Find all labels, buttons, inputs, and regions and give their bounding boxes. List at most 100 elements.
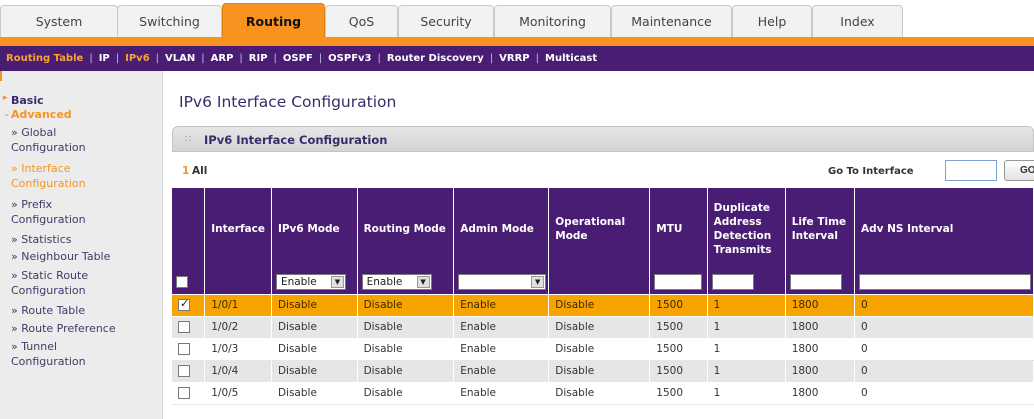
filter-operational-mode-cell: [548, 270, 651, 295]
select-value: Enable: [366, 275, 403, 288]
sidebar-item-label: » Static Route: [11, 269, 89, 282]
sidebar-basic[interactable]: Basic: [11, 94, 44, 107]
ipv6-mode-select[interactable]: Enable ▼: [275, 273, 346, 290]
row-checkbox[interactable]: [178, 297, 190, 311]
dad-cell: 1: [707, 360, 786, 383]
dad-cell: 1: [707, 382, 786, 405]
goto-interface-input[interactable]: [945, 160, 997, 181]
operational-mode-cell: Disable: [548, 382, 651, 405]
tab-index[interactable]: Index: [812, 5, 903, 37]
sidebar-item-global-configuration[interactable]: » Global Configuration: [11, 125, 86, 155]
tab-security[interactable]: Security: [398, 5, 494, 37]
subnav-vrrp[interactable]: VRRP: [499, 53, 529, 64]
sidebar-item-neighbour-table[interactable]: » Neighbour Table: [11, 249, 110, 264]
filter-life-time-cell: [785, 270, 855, 295]
page-all-link[interactable]: All: [192, 165, 207, 177]
filter-row: Enable ▼ Enable ▼ ▼: [172, 270, 1034, 295]
select-value: Enable: [280, 275, 317, 288]
col-life-time-interval: Life Time Interval: [785, 188, 855, 270]
subnav-router-discovery[interactable]: Router Discovery: [387, 53, 484, 64]
row-checkbox[interactable]: [178, 365, 190, 377]
sidebar-item-label: » Global: [11, 126, 57, 139]
subnav-multicast[interactable]: Multicast: [545, 53, 597, 64]
col-mtu: MTU: [649, 188, 708, 270]
dad-transmits-input[interactable]: [711, 273, 754, 290]
tab-maintenance[interactable]: Maintenance: [611, 5, 732, 37]
filter-admin-mode-cell: ▼: [453, 270, 550, 295]
drag-handle-icon: ∷: [185, 134, 192, 145]
select-all-checkbox[interactable]: [176, 275, 188, 288]
subnav-ospf[interactable]: OSPF: [283, 53, 313, 64]
col-adv-ns-interval: Adv NS Interval: [854, 188, 1034, 270]
row-checkbox[interactable]: [178, 343, 190, 355]
subnav-separator: |: [535, 53, 540, 64]
subnav-rip[interactable]: RIP: [249, 53, 268, 64]
table-row[interactable]: 1/0/5 Disable Disable Enable Disable 1500 1 180…: [172, 382, 1034, 405]
life-time-cell: 1800: [785, 360, 855, 383]
tab-bar-underline: [0, 37, 1034, 46]
sidebar-item-label: Configuration: [11, 177, 86, 190]
panel-title: IPv6 Interface Configuration: [204, 133, 388, 147]
subnav-routing-table[interactable]: Routing Table: [6, 53, 83, 64]
table-row[interactable]: 1/0/2 Disable Disable Enable Disable 1500 1 180…: [172, 316, 1034, 339]
table-row[interactable]: 1/0/1DisableDisableEnableDisable15001180…: [172, 294, 1034, 317]
subnav-separator: |: [239, 53, 243, 64]
row-select-cell: [172, 382, 206, 405]
sidebar-item-static-route-configuration[interactable]: » Static Route Configuration: [11, 268, 88, 298]
filter-adv-ns-cell: [854, 270, 1034, 295]
col-interface: Interface: [204, 188, 272, 270]
adv-ns-input[interactable]: [858, 273, 1031, 290]
sidebar-item-route-preference[interactable]: » Route Preference: [11, 321, 116, 336]
subnav-ip[interactable]: IP: [99, 53, 110, 64]
sidebar-item-label: » Tunnel: [11, 340, 58, 353]
sidebar-item-tunnel-configuration[interactable]: » Tunnel Configuration: [11, 339, 86, 369]
subnav-separator: |: [318, 53, 323, 64]
life-time-cell: 1800: [785, 316, 855, 339]
subnav-separator: |: [273, 53, 277, 64]
sub-navigation: Routing Table | IP | IPv6 | VLAN | ARP |…: [0, 46, 1034, 71]
interface-cell: 1/0/3: [204, 338, 272, 361]
routing-mode-cell: Disable: [357, 294, 455, 317]
go-button[interactable]: GO: [1004, 160, 1034, 181]
mtu-cell: 1500: [649, 360, 708, 383]
sidebar-item-interface-configuration[interactable]: » Interface Configuration: [11, 161, 86, 191]
row-checkbox[interactable]: [178, 387, 190, 399]
admin-mode-select[interactable]: ▼: [458, 273, 547, 290]
filter-ipv6-mode-cell: Enable ▼: [271, 270, 358, 295]
tab-qos[interactable]: QoS: [325, 5, 398, 37]
subnav-arp[interactable]: ARP: [211, 53, 234, 64]
sidebar-item-route-table[interactable]: » Route Table: [11, 303, 85, 318]
subnav-ipv6[interactable]: IPv6: [125, 53, 150, 64]
tab-monitoring[interactable]: Monitoring: [494, 5, 611, 37]
life-time-cell: 1800: [785, 382, 855, 405]
subnav-vlan[interactable]: VLAN: [165, 53, 195, 64]
sidebar-item-statistics[interactable]: » Statistics: [11, 232, 72, 247]
routing-mode-select[interactable]: Enable ▼: [361, 273, 432, 290]
subnav-ospfv3[interactable]: OSPFv3: [328, 53, 371, 64]
sidebar-advanced[interactable]: Advanced: [11, 108, 72, 121]
mtu-cell: 1500: [649, 382, 708, 405]
tab-routing[interactable]: Routing: [222, 3, 325, 38]
routing-mode-cell: Disable: [357, 316, 455, 339]
tab-help[interactable]: Help: [732, 5, 812, 37]
routing-mode-cell: Disable: [357, 382, 455, 405]
mtu-input[interactable]: [654, 273, 703, 290]
sidebar-item-label: Configuration: [11, 213, 86, 226]
sidebar-item-label: Configuration: [11, 141, 86, 154]
chevron-down-icon: ⌄: [3, 109, 11, 119]
table-toolbar: 1 All Go To Interface GO: [172, 152, 1034, 188]
row-checkbox[interactable]: [178, 321, 190, 333]
col-routing-mode: Routing Mode: [357, 188, 455, 270]
subnav-separator: |: [489, 53, 494, 64]
adv-ns-cell: 0: [854, 294, 1034, 317]
tab-system[interactable]: System: [0, 5, 118, 37]
sidebar-item-prefix-configuration[interactable]: » Prefix Configuration: [11, 197, 86, 227]
filter-dad-cell: [707, 270, 786, 295]
chevron-down-icon: ▼: [416, 275, 430, 288]
page-number[interactable]: 1: [182, 165, 189, 177]
routing-mode-cell: Disable: [357, 338, 455, 361]
table-row[interactable]: 1/0/4 Disable Disable Enable Disable 1500 1 180…: [172, 360, 1034, 383]
life-time-input[interactable]: [789, 273, 842, 290]
tab-switching[interactable]: Switching: [117, 5, 222, 37]
table-row[interactable]: 1/0/3 Disable Disable Enable Disable 1500 1 180…: [172, 338, 1034, 361]
